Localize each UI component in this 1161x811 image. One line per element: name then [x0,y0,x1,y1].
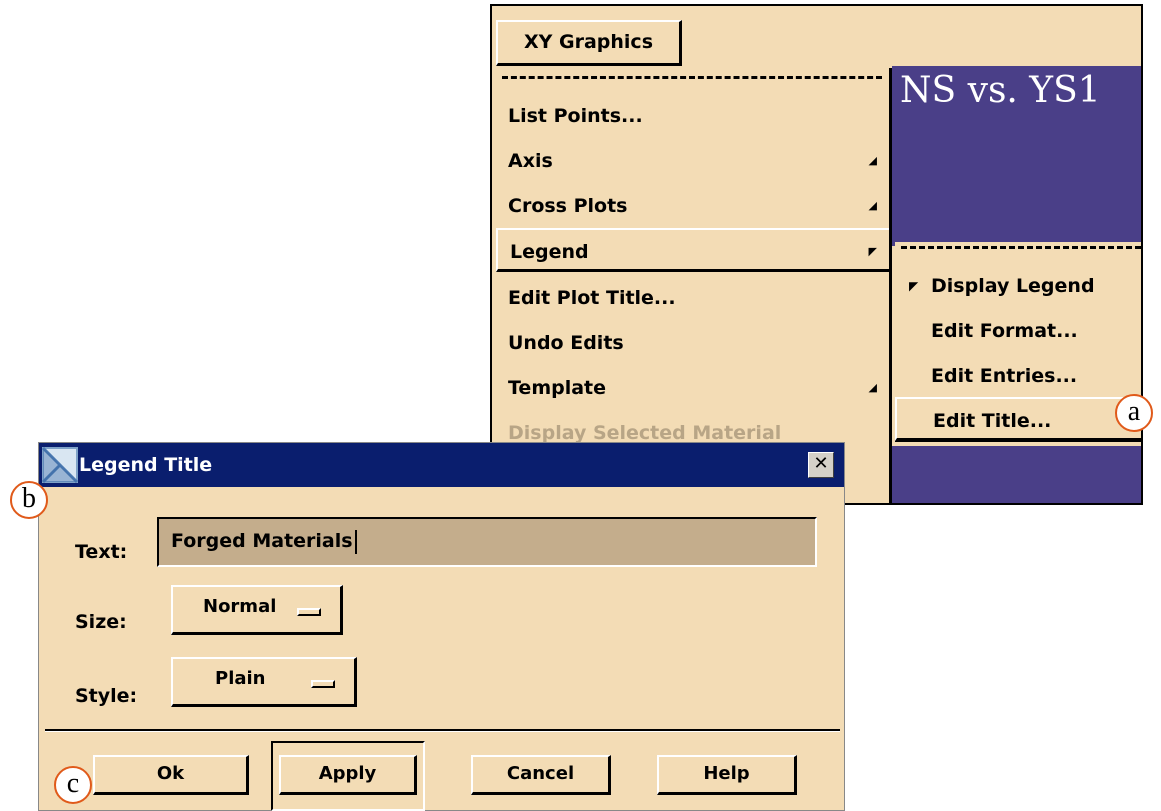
menu-item-label: Axis [508,150,553,172]
help-button[interactable]: Help [657,755,797,795]
xy-graphics-window: NS vs. YS1 XY Graphics List Points... Ax… [490,4,1143,505]
size-option-menu[interactable]: Normal [171,585,343,635]
cascade-arrow-icon: ◢ [868,381,877,394]
text-field-value: Forged Materials [171,530,353,552]
text-label: Text: [75,541,128,563]
menu-item-undo-edits[interactable]: Undo Edits [496,321,889,365]
menu-tearoff[interactable] [502,76,882,79]
menu-item-label: Undo Edits [508,332,624,354]
cascade-arrow-icon: ◢ [868,154,877,167]
submenu-item-label: Edit Entries... [931,365,1078,387]
ok-button[interactable]: Ok [93,755,249,795]
close-icon[interactable]: ✕ [808,452,834,478]
menu-item-label: Cross Plots [508,195,628,217]
menu-item-edit-plot-title[interactable]: Edit Plot Title... [496,276,889,320]
xy-graphics-menu-button[interactable]: XY Graphics [496,20,682,66]
menu-item-label: Display Selected Material [508,422,782,444]
menu-item-list-points[interactable]: List Points... [496,94,889,138]
cancel-button[interactable]: Cancel [471,755,611,795]
menu-item-label: Legend [510,241,589,263]
callout-a: a [1115,394,1153,432]
plot-title: NS vs. YS1 [900,70,1101,111]
text-caret-icon [354,529,357,554]
menu-item-template[interactable]: Template ◢ [496,366,889,410]
style-option-value: Plain [215,668,266,689]
submenu-item-edit-title[interactable]: Edit Title... [895,397,1141,441]
apply-button[interactable]: Apply [279,755,417,795]
size-option-value: Normal [203,596,277,617]
option-menu-indicator-icon [311,680,335,688]
menu-item-cross-plots[interactable]: Cross Plots ◢ [496,184,889,228]
legend-title-dialog: Legend Title ✕ Text: Forged Materials Si… [38,442,845,811]
dialog-title: Legend Title [79,454,213,476]
submenu-item-label: Edit Format... [931,320,1078,342]
cascade-arrow-icon: ◢ [868,199,877,212]
menu-item-legend[interactable]: Legend ◤ [496,228,889,272]
cascade-arrow-icon: ◤ [868,245,877,258]
menu-item-label: Edit Plot Title... [508,287,676,309]
menu-item-label: Template [508,377,607,399]
submenu-item-label: Display Legend [931,275,1095,297]
submenu-item-label: Edit Title... [933,410,1052,432]
callout-c: c [54,766,92,804]
legend-submenu: ◤ Display Legend Edit Format... Edit Ent… [895,242,1141,442]
dialog-titlebar[interactable]: Legend Title ✕ [39,443,844,487]
xy-graphics-dropdown-menu: List Points... Axis ◢ Cross Plots ◢ Lege… [496,68,892,503]
menu-item-axis[interactable]: Axis ◢ [496,139,889,183]
submenu-item-edit-entries[interactable]: Edit Entries... [895,354,1141,398]
submenu-item-display-legend[interactable]: ◤ Display Legend [895,264,1141,308]
option-menu-indicator-icon [297,608,321,616]
menu-item-label: List Points... [508,105,643,127]
window-icon [41,446,79,484]
style-option-menu[interactable]: Plain [171,657,357,707]
size-label: Size: [75,611,127,633]
submenu-item-edit-format[interactable]: Edit Format... [895,309,1141,353]
legend-title-text-field[interactable]: Forged Materials [157,517,817,567]
checked-indicator-icon: ◤ [909,279,919,293]
plot-area-lower [892,446,1141,503]
style-label: Style: [75,685,138,707]
submenu-tearoff[interactable] [901,246,1141,249]
button-separator [45,729,840,732]
callout-b: b [10,481,48,519]
plot-area: NS vs. YS1 [892,66,1141,246]
